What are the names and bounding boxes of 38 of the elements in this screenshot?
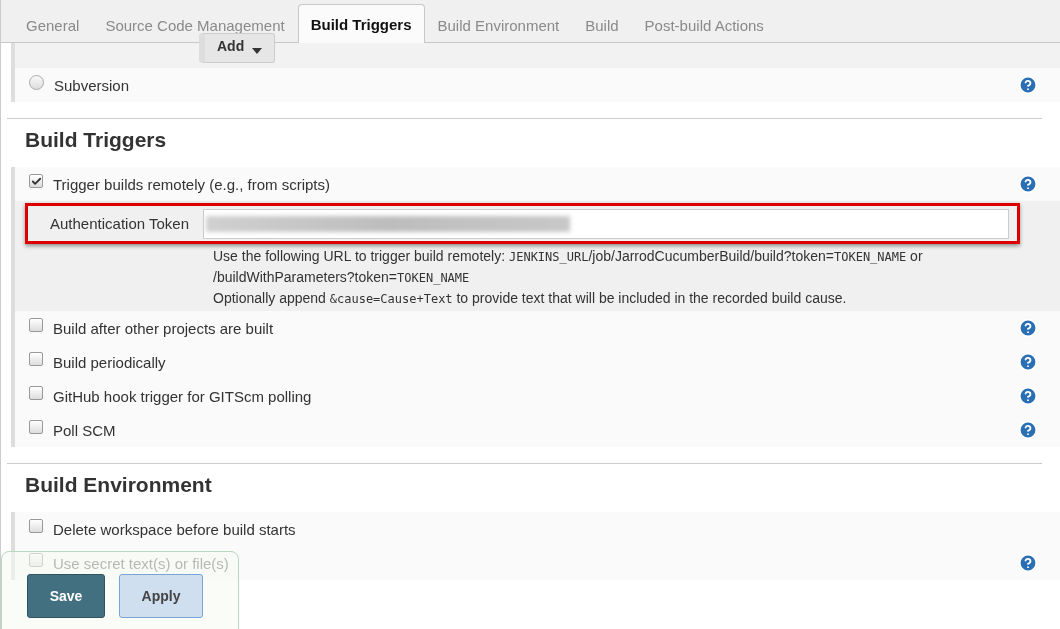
checkbox[interactable]: [29, 386, 43, 400]
save-button[interactable]: Save: [27, 574, 105, 618]
section-title: Build Environment: [24, 472, 213, 498]
checkbox[interactable]: [29, 318, 43, 332]
radio-button[interactable]: [29, 74, 44, 90]
option-label: Build periodically: [53, 353, 167, 371]
help-icon[interactable]: [1018, 553, 1038, 573]
tab[interactable]: Build Environment: [424, 6, 573, 43]
checkbox[interactable]: [29, 174, 43, 188]
checkbox[interactable]: [29, 420, 43, 434]
option-label: Delete workspace before build starts: [53, 520, 297, 538]
help-icon[interactable]: [1018, 174, 1038, 194]
option-label: Trigger builds remotely (e.g., from scripts): [53, 175, 332, 193]
add-button[interactable]: Add: [199, 33, 276, 63]
tab[interactable]: General: [13, 6, 93, 43]
option-label: Use secret text(s) or file(s): [53, 554, 230, 572]
help-icon[interactable]: [1018, 420, 1038, 440]
help-text: Optionally append &cause=Cause+Text to provide text that will be included in the recorded build cause.: [213, 289, 848, 308]
option-label: Poll SCM: [53, 421, 117, 439]
field-label: Authentication Token: [50, 215, 190, 232]
tab[interactable]: Build Triggers: [297, 4, 425, 43]
tab[interactable]: Post-build Actions: [631, 6, 777, 43]
help-text: Use the following URL to trigger build remotely: JENKINS_URL/job/JarrodCucumberBuild/build?token=TOKEN_NAME or: [213, 247, 924, 266]
help-text: /buildWithParameters?token=TOKEN_NAME: [213, 268, 471, 287]
help-icon[interactable]: [1018, 386, 1038, 406]
help-icon[interactable]: [1018, 75, 1038, 95]
help-icon[interactable]: [1018, 318, 1038, 338]
apply-button[interactable]: Apply: [119, 574, 203, 618]
checkbox[interactable]: [29, 352, 43, 366]
checkbox[interactable]: [29, 519, 43, 533]
option-label: Build after other projects are built: [53, 319, 275, 337]
tab[interactable]: Build: [572, 6, 632, 43]
caret-icon: [252, 48, 263, 54]
option-label: Subversion: [54, 76, 131, 94]
checkbox[interactable]: [29, 553, 43, 567]
section-title: Build Triggers: [24, 127, 168, 153]
help-icon[interactable]: [1018, 352, 1038, 372]
option-label: GitHub hook trigger for GITScm polling: [53, 387, 313, 405]
